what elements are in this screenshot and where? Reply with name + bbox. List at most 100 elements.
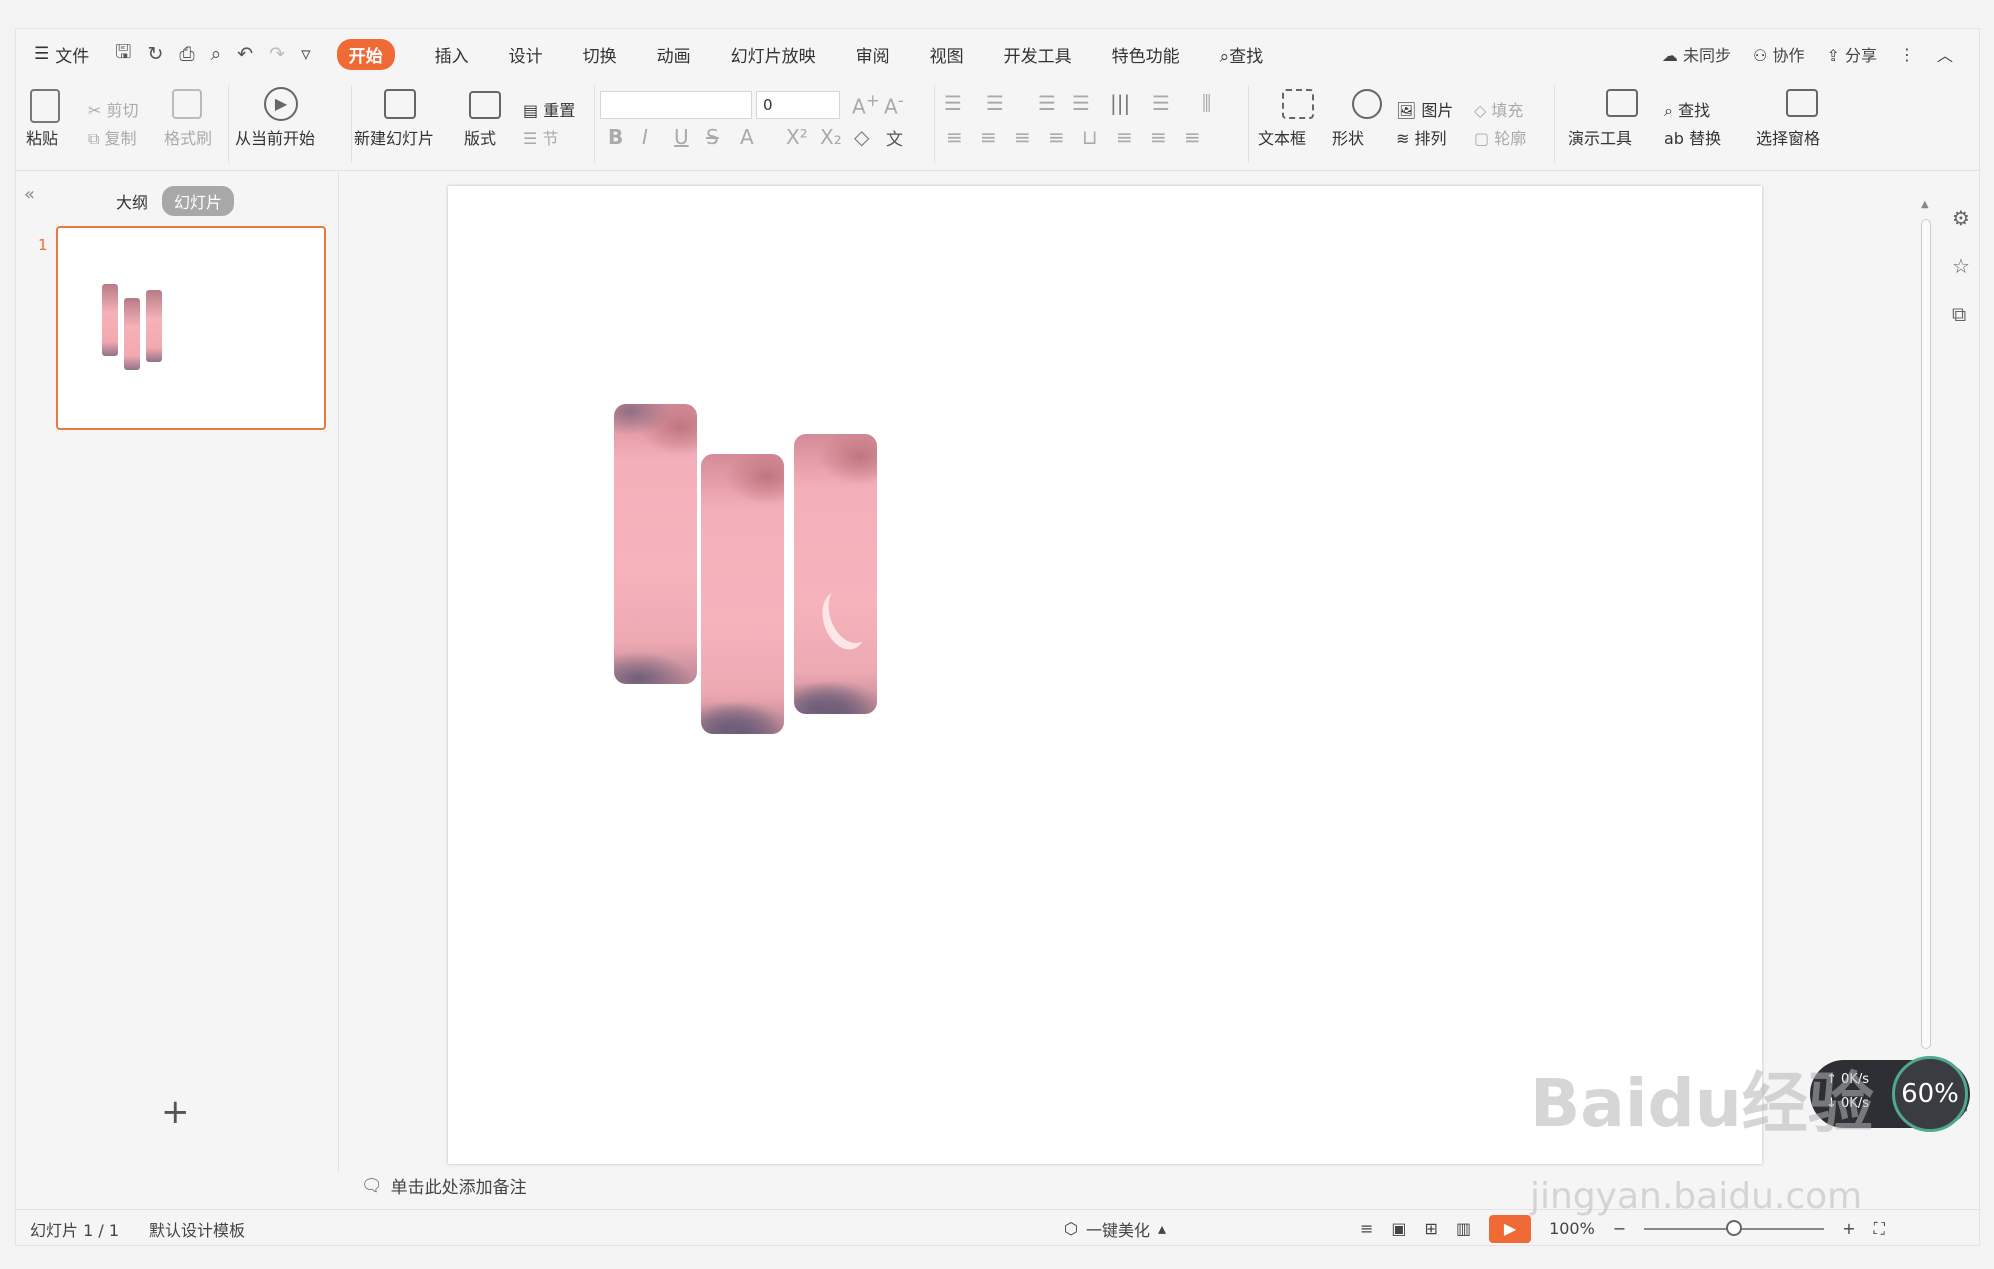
clear-format-icon[interactable]: ◇ bbox=[854, 125, 869, 149]
zoom-in-icon[interactable]: + bbox=[1842, 1219, 1855, 1238]
tab-slides[interactable]: 幻灯片 bbox=[162, 186, 235, 216]
scrollbar-thumb[interactable] bbox=[1921, 219, 1931, 1049]
paste-button[interactable]: 粘贴 bbox=[26, 125, 58, 149]
print-icon[interactable]: ⎙ bbox=[179, 43, 194, 65]
copy-button[interactable]: ⧉ 复制 bbox=[88, 125, 137, 149]
tab-transitions[interactable]: 切换 bbox=[583, 42, 617, 67]
notes-toggle-icon[interactable]: ≡ bbox=[1360, 1219, 1373, 1238]
italic-icon[interactable]: I bbox=[642, 125, 648, 149]
subscript-icon[interactable]: X₂ bbox=[820, 125, 842, 149]
zoom-slider-knob[interactable] bbox=[1726, 1219, 1743, 1236]
justify-icon[interactable]: ≡ bbox=[1048, 125, 1065, 149]
redo-history-icon[interactable]: ↻ bbox=[147, 43, 163, 65]
scroll-up-icon[interactable]: ▲ bbox=[1921, 199, 1929, 210]
tab-special[interactable]: 特色功能 bbox=[1112, 42, 1180, 67]
search-command[interactable]: ⌕查找 bbox=[1220, 42, 1264, 67]
zoom-slider[interactable] bbox=[1644, 1219, 1825, 1236]
columns-icon[interactable]: ||| bbox=[1110, 91, 1130, 115]
slide-thumbnail[interactable] bbox=[56, 226, 326, 430]
tab-animations[interactable]: 动画 bbox=[657, 42, 691, 67]
tab-view[interactable]: 视图 bbox=[930, 42, 964, 67]
para-spacing-icon[interactable]: ≡ bbox=[1150, 125, 1167, 149]
vertical-scrollbar[interactable]: ▲ bbox=[1918, 189, 1934, 1069]
font-color-icon[interactable]: A bbox=[740, 125, 754, 149]
template-name[interactable]: 默认设计模板 bbox=[149, 1217, 245, 1241]
textbox-button[interactable]: 文本框 bbox=[1258, 125, 1306, 149]
collab-button[interactable]: ⚇ 协作 bbox=[1753, 42, 1804, 66]
customize-toolbar-icon[interactable]: ▿ bbox=[301, 43, 311, 65]
collapse-panel-icon[interactable]: « bbox=[24, 184, 35, 205]
more-icon[interactable]: ⋮ bbox=[1899, 45, 1915, 64]
tab-home[interactable]: 开始 bbox=[336, 38, 395, 70]
font-name-select[interactable] bbox=[600, 91, 752, 119]
text-direction-icon[interactable]: ⫼ bbox=[1202, 91, 1211, 115]
image-strip[interactable] bbox=[614, 404, 697, 684]
reading-view-icon[interactable]: ▥ bbox=[1456, 1219, 1471, 1238]
more-spacing-icon[interactable]: ≡ bbox=[1184, 125, 1201, 149]
file-menu[interactable]: ☰ 文件 bbox=[34, 42, 89, 67]
strikethrough-icon[interactable]: S bbox=[706, 125, 719, 149]
tab-slideshow[interactable]: 幻灯片放映 bbox=[731, 42, 816, 67]
tab-review[interactable]: 审阅 bbox=[856, 42, 890, 67]
play-slideshow-button[interactable]: ▶ bbox=[1489, 1214, 1532, 1243]
phonetic-icon[interactable]: 文 bbox=[886, 125, 903, 150]
save-icon[interactable]: 🖫 bbox=[115, 38, 131, 70]
undo-icon[interactable]: ↶ bbox=[237, 43, 253, 65]
line-spacing-icon[interactable]: ☰ bbox=[1152, 91, 1170, 115]
play-from-current-button[interactable]: 从当前开始 bbox=[235, 125, 315, 149]
settings-sliders-icon[interactable]: ⚙ bbox=[1952, 206, 1970, 230]
tab-design[interactable]: 设计 bbox=[509, 42, 543, 67]
presentation-tools-button[interactable]: 演示工具 bbox=[1568, 125, 1632, 149]
arrange-button[interactable]: ≋ 排列 bbox=[1396, 125, 1447, 149]
sorter-view-icon[interactable]: ⊞ bbox=[1425, 1219, 1438, 1238]
add-slide-icon[interactable]: + bbox=[161, 1092, 190, 1132]
distribute-icon[interactable]: ⊔ bbox=[1082, 125, 1098, 149]
tab-developer[interactable]: 开发工具 bbox=[1004, 42, 1072, 67]
decrease-font-icon[interactable]: A- bbox=[884, 91, 904, 119]
collapse-ribbon-icon[interactable]: ︿ bbox=[1937, 42, 1953, 66]
redo-icon[interactable]: ↷ bbox=[269, 43, 285, 65]
tab-insert[interactable]: 插入 bbox=[435, 42, 469, 67]
font-size-select[interactable]: 0 bbox=[756, 91, 840, 119]
new-slide-button[interactable]: 新建幻灯片 bbox=[354, 125, 434, 149]
slide[interactable] bbox=[448, 186, 1762, 1164]
cut-button[interactable]: ✂ 剪切 bbox=[88, 97, 139, 121]
outline-button[interactable]: ▢ 轮廓 bbox=[1474, 125, 1526, 149]
selection-pane-button[interactable]: 选择窗格 bbox=[1756, 125, 1820, 149]
bold-icon[interactable]: B bbox=[608, 125, 623, 149]
decrease-indent-icon[interactable]: ☰ bbox=[1038, 91, 1056, 115]
convert-icon[interactable]: ⧉ bbox=[1952, 302, 1966, 326]
align-right-icon[interactable]: ≡ bbox=[1014, 125, 1031, 149]
sync-button[interactable]: ☁ 未同步 bbox=[1662, 42, 1731, 66]
reset-button[interactable]: ▤ 重置 bbox=[523, 97, 575, 121]
spacing-icon[interactable]: ≡ bbox=[1116, 125, 1133, 149]
section-button[interactable]: ☰ 节 bbox=[523, 125, 558, 149]
fit-window-icon[interactable]: ⛶ bbox=[1874, 1219, 1885, 1239]
align-left-icon[interactable]: ≡ bbox=[946, 125, 963, 149]
increase-indent-icon[interactable]: ☰ bbox=[1072, 91, 1090, 115]
underline-icon[interactable]: U bbox=[674, 125, 689, 149]
zoom-out-icon[interactable]: − bbox=[1613, 1219, 1626, 1238]
find-button[interactable]: ⌕ 查找 bbox=[1664, 97, 1710, 121]
replace-button[interactable]: ab 替换 bbox=[1664, 125, 1721, 149]
layout-button[interactable]: 版式 bbox=[464, 125, 496, 149]
superscript-icon[interactable]: X² bbox=[786, 125, 808, 149]
print-preview-icon[interactable]: ⌕ bbox=[211, 43, 222, 65]
tab-outline[interactable]: 大纲 bbox=[116, 189, 148, 213]
image-strip[interactable] bbox=[794, 434, 877, 714]
notes-area[interactable]: 🗨 单击此处添加备注 bbox=[361, 1173, 527, 1199]
share-button[interactable]: ⇪ 分享 bbox=[1826, 42, 1877, 66]
picture-button[interactable]: 🖼 图片 bbox=[1396, 97, 1453, 121]
bullets-icon[interactable]: ☰ bbox=[944, 91, 962, 115]
numbering-icon[interactable]: ☰ bbox=[986, 91, 1004, 115]
fill-button[interactable]: ◇ 填充 bbox=[1474, 97, 1523, 121]
star-icon[interactable]: ☆ bbox=[1952, 254, 1970, 278]
increase-font-icon[interactable]: A+ bbox=[852, 91, 880, 119]
image-strip[interactable] bbox=[701, 454, 784, 734]
format-painter-button[interactable]: 格式刷 bbox=[164, 125, 212, 149]
beautify-button[interactable]: ⬡ 一键美化 ▴ bbox=[1064, 1217, 1166, 1241]
normal-view-icon[interactable]: ▣ bbox=[1391, 1219, 1406, 1238]
zoom-level[interactable]: 100% bbox=[1549, 1219, 1595, 1238]
shape-button[interactable]: 形状 bbox=[1332, 125, 1364, 149]
align-center-icon[interactable]: ≡ bbox=[980, 125, 997, 149]
